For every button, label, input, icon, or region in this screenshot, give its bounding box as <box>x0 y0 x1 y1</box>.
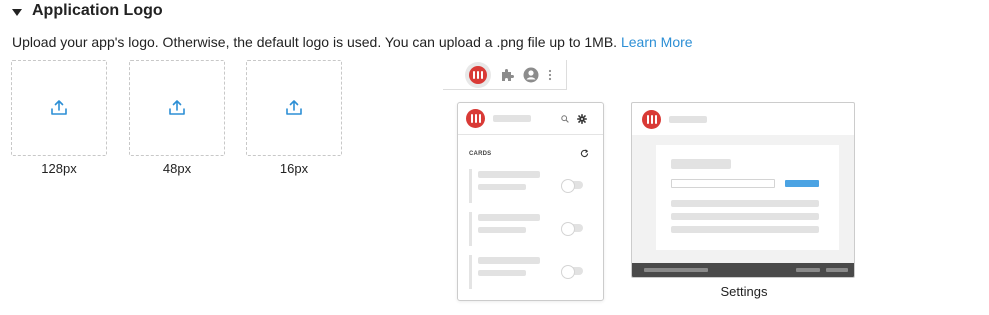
upload-128-label: 128px <box>41 161 77 176</box>
upload-128-dropzone[interactable] <box>11 60 107 156</box>
settings-footer <box>632 263 854 277</box>
settings-preview-label: Settings <box>720 284 768 299</box>
puzzle-icon <box>502 68 514 81</box>
description-text: Upload your app's logo. Otherwise, the d… <box>12 34 618 50</box>
upload-16-label: 16px <box>279 161 309 176</box>
search-icon <box>561 115 569 123</box>
section-title: Application Logo <box>32 2 163 19</box>
cards-label: CARDS <box>469 150 492 157</box>
upload-16-dropzone[interactable] <box>246 60 342 156</box>
popup-preview: CARDS <box>457 102 604 301</box>
section-description: Upload your app's logo. Otherwise, the d… <box>12 34 693 50</box>
popup-header <box>458 103 603 135</box>
settings-header <box>632 103 854 135</box>
upload-48-label: 48px <box>162 161 192 176</box>
upload-icon <box>286 100 302 115</box>
upload-icon <box>169 100 185 115</box>
card-toggle <box>561 265 583 279</box>
settings-preview <box>631 102 855 278</box>
settings-input-placeholder <box>671 179 775 188</box>
app-logo-icon <box>466 109 485 128</box>
extension-logo-icon <box>465 61 491 88</box>
browser-toolbar-preview <box>443 60 567 90</box>
card-item <box>469 169 597 203</box>
cards-section-header: CARDS <box>469 149 589 158</box>
card-toggle <box>561 179 583 193</box>
gear-icon <box>577 114 587 124</box>
section-header[interactable]: Application Logo <box>12 2 163 20</box>
collapse-caret-icon[interactable] <box>12 8 22 16</box>
popup-title-placeholder <box>493 115 531 122</box>
settings-body <box>632 135 854 265</box>
refresh-icon <box>580 149 589 158</box>
card-toggle <box>561 222 583 236</box>
upload-icon <box>51 100 67 115</box>
settings-button-placeholder <box>785 180 819 187</box>
card-item <box>469 255 597 289</box>
app-logo-icon <box>642 109 661 129</box>
learn-more-link[interactable]: Learn More <box>621 34 693 50</box>
upload-48-dropzone[interactable] <box>129 60 225 156</box>
settings-card <box>656 145 839 250</box>
profile-icon <box>523 67 539 82</box>
card-item <box>469 212 597 246</box>
more-vertical-icon <box>548 69 552 80</box>
